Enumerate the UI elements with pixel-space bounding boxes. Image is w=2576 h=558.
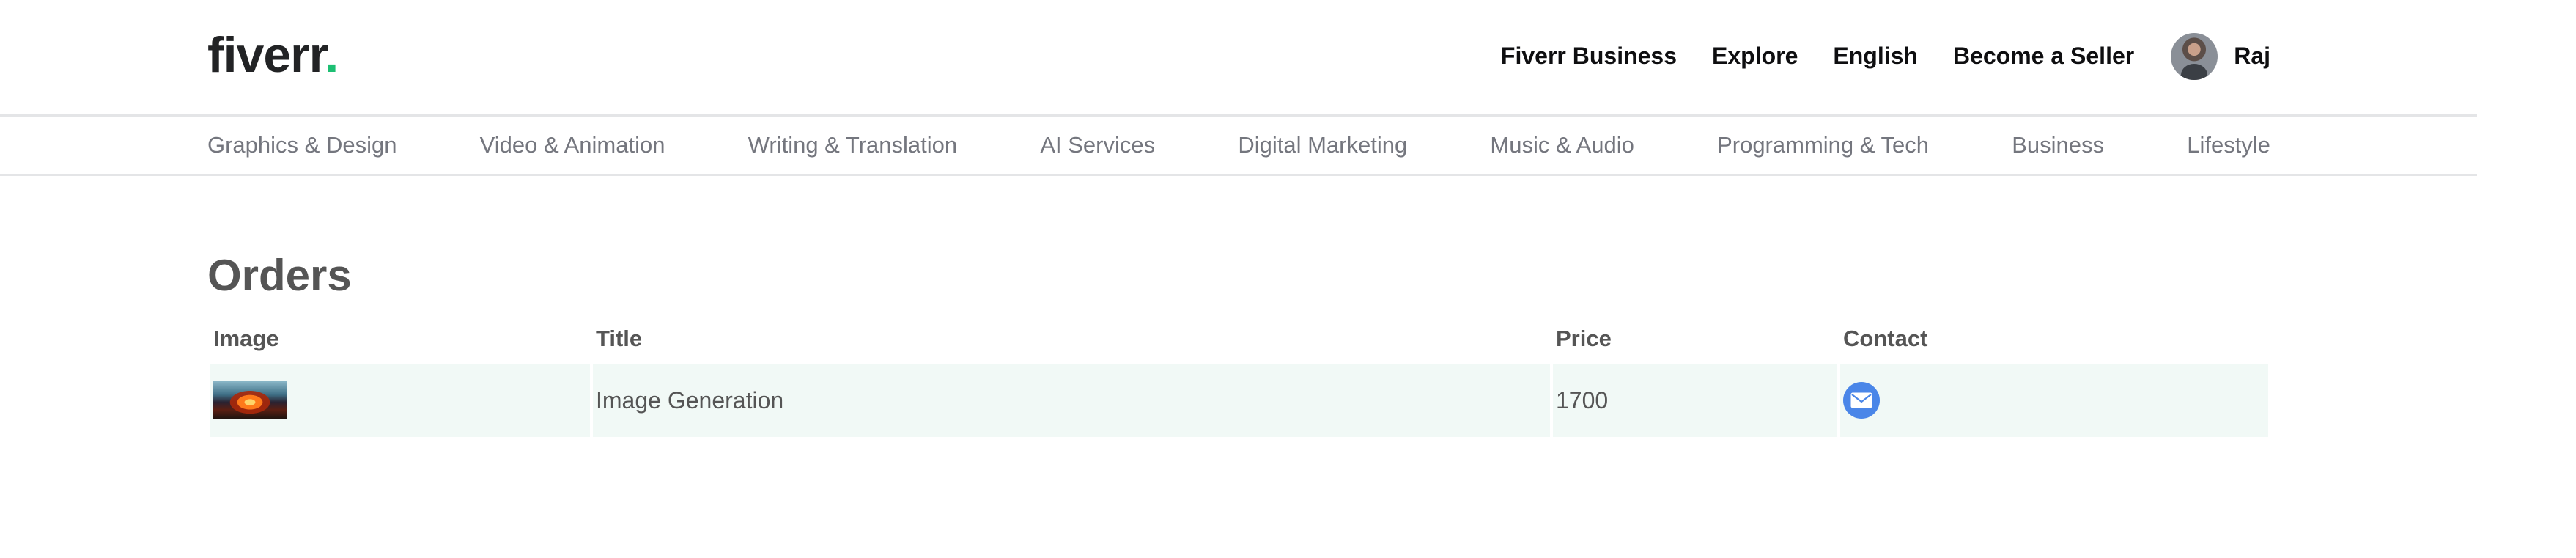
category-ai-services[interactable]: AI Services: [1040, 132, 1155, 158]
explore-link[interactable]: Explore: [1712, 43, 1798, 70]
order-contact-cell: [1840, 364, 2268, 437]
contact-button[interactable]: [1843, 382, 1880, 419]
page-title: Orders: [207, 251, 352, 300]
orders-table: Image Title Price Contact Image Generati…: [210, 326, 2268, 437]
column-header-price: Price: [1556, 326, 1612, 351]
logo-text: fiverr: [207, 27, 325, 83]
order-image-cell: [210, 364, 593, 437]
category-bar: Graphics & Design Video & Animation Writ…: [0, 117, 2477, 176]
top-navbar: fiverr. Fiverr Business Explore English …: [0, 0, 2477, 117]
column-header-contact: Contact: [1843, 326, 1928, 351]
order-thumbnail[interactable]: [213, 381, 287, 419]
table-row: Image Generation 1700: [210, 364, 2268, 437]
category-business[interactable]: Business: [2012, 132, 2104, 158]
avatar[interactable]: [2171, 32, 2218, 80]
column-header-image: Image: [213, 326, 279, 351]
category-list: Graphics & Design Video & Animation Writ…: [207, 117, 2270, 174]
fiverr-business-link[interactable]: Fiverr Business: [1501, 43, 1677, 70]
logo-dot: .: [325, 27, 339, 83]
category-digital-marketing[interactable]: Digital Marketing: [1238, 132, 1407, 158]
category-writing-translation[interactable]: Writing & Translation: [748, 132, 957, 158]
column-header-title: Title: [596, 326, 643, 351]
become-seller-link[interactable]: Become a Seller: [1953, 43, 2134, 70]
user-name[interactable]: Raj: [2234, 43, 2270, 70]
order-title: Image Generation: [593, 364, 1553, 437]
category-music-audio[interactable]: Music & Audio: [1490, 132, 1634, 158]
category-programming-tech[interactable]: Programming & Tech: [1717, 132, 1929, 158]
category-video-animation[interactable]: Video & Animation: [480, 132, 665, 158]
table-header-row: Image Title Price Contact: [210, 326, 2268, 364]
category-lifestyle[interactable]: Lifestyle: [2187, 132, 2270, 158]
order-price: 1700: [1553, 364, 1840, 437]
fiverr-logo[interactable]: fiverr.: [207, 22, 339, 88]
navbar-links: Fiverr Business Explore English Become a…: [1501, 0, 2270, 112]
user-menu[interactable]: Raj: [2171, 32, 2270, 80]
category-graphics-design[interactable]: Graphics & Design: [207, 132, 396, 158]
mail-icon: [1850, 392, 1872, 408]
language-link[interactable]: English: [1833, 43, 1918, 70]
